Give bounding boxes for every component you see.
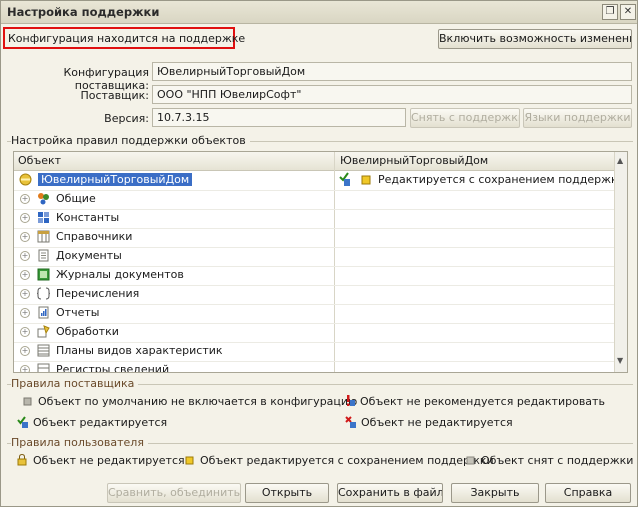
expand-icon[interactable]: + [20, 251, 30, 261]
constants-icon [38, 212, 49, 223]
row-label: Обработки [56, 325, 119, 338]
reports-icon [38, 306, 49, 319]
restore-icon[interactable]: ❐ [602, 4, 618, 20]
row-label: ЮвелирныйТорговыйДом [38, 173, 193, 186]
table-header: Объект ЮвелирныйТорговыйДом [14, 152, 614, 171]
char-plans-icon [37, 344, 50, 357]
legend-user-not-editable: Объект не редактируется [17, 454, 185, 467]
close-icon[interactable]: ✕ [620, 4, 636, 20]
enums-icon [37, 287, 50, 300]
vendor-config-field[interactable]: ЮвелирныйТорговыйДом [152, 62, 632, 81]
user-rules-title: Правила пользователя [11, 436, 148, 449]
legend-user-supported: Объект редактируется с сохранением подде… [184, 454, 494, 467]
expand-icon[interactable]: + [20, 346, 30, 356]
green-check-icon [17, 416, 28, 428]
window-title: Настройка поддержки [7, 5, 160, 19]
save-to-file-button[interactable]: Сохранить в файл [337, 483, 443, 503]
table-row[interactable]: + Регистры сведений [14, 361, 614, 373]
documents-icon [38, 249, 49, 262]
red-cross-icon [345, 416, 356, 428]
support-notice: Конфигурация находится на поддержке [8, 32, 246, 45]
editable-supported-icon [339, 172, 350, 186]
version-field[interactable]: 10.7.3.15 [152, 108, 406, 127]
legend-vendor-not-recommended: Объект не рекомендуется редактировать [344, 395, 605, 408]
open-button[interactable]: Открыть [245, 483, 329, 503]
common-icon [38, 193, 49, 205]
table-row[interactable]: + Константы [14, 209, 614, 229]
registers-icon [37, 363, 50, 372]
scroll-down-icon[interactable]: ▼ [617, 356, 623, 365]
legend-vendor-editable: Объект редактируется [17, 416, 167, 429]
expand-icon[interactable]: + [20, 289, 30, 299]
row-value: Редактируется с сохранением поддержки [378, 173, 625, 186]
legend-user-removed: Объект снят с поддержки [465, 454, 633, 467]
row-label: Журналы документов [56, 268, 184, 281]
table-row[interactable]: + Планы видов характеристик [14, 342, 614, 362]
table-row[interactable]: + Журналы документов [14, 266, 614, 286]
legend-vendor-not-included: Объект по умолчанию не включается в конф… [22, 395, 357, 408]
expand-icon[interactable]: + [20, 308, 30, 318]
expand-icon[interactable]: + [20, 327, 30, 337]
help-button[interactable]: Справка [545, 483, 631, 503]
rules-group-title: Настройка правил поддержки объектов [11, 134, 250, 147]
table-row[interactable]: ЮвелирныйТорговыйДом Редактируется с сох… [14, 171, 625, 191]
support-cube-icon [361, 175, 371, 185]
journals-icon [37, 268, 50, 281]
vendor-field[interactable]: ООО "НПП ЮвелирСофт" [152, 85, 632, 104]
compare-merge-button[interactable]: Сравнить, объединить [107, 483, 241, 503]
expand-icon[interactable]: + [20, 365, 30, 372]
table-row[interactable]: + Общие [14, 190, 614, 210]
processing-icon [37, 325, 50, 338]
enable-changes-button[interactable]: Включить возможность изменения [438, 29, 632, 49]
vendor-rules-title: Правила поставщика [11, 377, 139, 390]
column-vendor[interactable]: ЮвелирныйТорговыйДом [340, 154, 488, 167]
row-label: Регистры сведений [56, 363, 170, 373]
expand-icon[interactable]: + [20, 232, 30, 242]
catalogs-icon [37, 230, 50, 243]
support-objects-table[interactable]: Объект ЮвелирныйТорговыйДом ЮвелирныйТор… [13, 151, 628, 373]
lock-icon [17, 454, 27, 466]
expand-icon[interactable]: + [20, 270, 30, 280]
scroll-up-icon[interactable]: ▲ [617, 156, 623, 165]
table-row[interactable]: + Отчеты [14, 304, 614, 324]
row-label: Планы видов характеристик [56, 344, 223, 357]
gray-cube-icon [23, 397, 32, 406]
row-label: Документы [56, 249, 122, 262]
expand-icon[interactable]: + [20, 194, 30, 204]
row-label: Константы [56, 211, 120, 224]
root-config-icon [19, 173, 32, 186]
support-settings-window: Настройка поддержки ❐ ✕ Конфигурация нах… [0, 0, 638, 507]
row-label: Справочники [56, 230, 133, 243]
column-object[interactable]: Объект [18, 154, 61, 167]
yellow-cube-icon [185, 456, 194, 465]
support-languages-button[interactable]: Языки поддержки [523, 108, 632, 128]
remove-support-button[interactable]: Снять с поддержки [410, 108, 520, 128]
legend-vendor-not-editable: Объект не редактируется [345, 416, 513, 429]
row-label: Отчеты [56, 306, 100, 319]
table-row[interactable]: + Справочники [14, 228, 614, 248]
vendor-label: Поставщик: [80, 89, 149, 102]
table-row[interactable]: + Обработки [14, 323, 614, 343]
table-scrollbar[interactable]: ▲ ▼ [614, 152, 627, 372]
gray-cube-icon [466, 456, 475, 465]
table-row[interactable]: + Перечисления [14, 285, 614, 305]
close-button[interactable]: Закрыть [451, 483, 539, 503]
row-label: Перечисления [56, 287, 140, 300]
version-label: Версия: [104, 112, 149, 125]
expand-icon[interactable]: + [20, 213, 30, 223]
row-label: Общие [56, 192, 96, 205]
title-bar: Настройка поддержки ❐ ✕ [1, 1, 637, 24]
table-row[interactable]: + Документы [14, 247, 614, 267]
warning-icon [347, 395, 355, 406]
